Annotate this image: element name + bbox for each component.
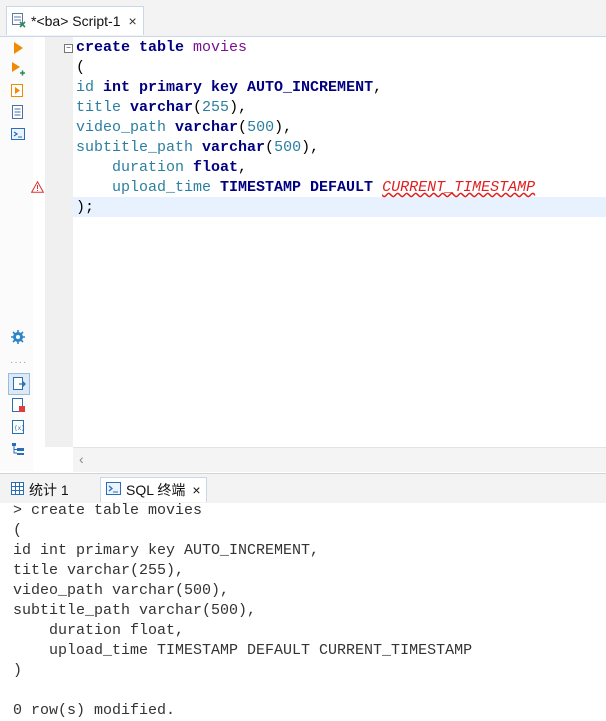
code-token: varchar (175, 119, 239, 136)
console-line: 0 row(s) modified. (13, 702, 176, 719)
code-token: ), (229, 99, 248, 116)
outline-icon[interactable] (10, 441, 26, 457)
grid-icon (11, 482, 24, 498)
code-token: id (76, 79, 104, 96)
code-token: 500 (274, 139, 302, 156)
console-line: subtitle_path varchar(500), (13, 602, 257, 619)
console-line: upload_time TIMESTAMP DEFAULT CURRENT_TI… (13, 642, 473, 659)
code-token: movies (193, 39, 248, 56)
console-line: title varchar(255), (13, 562, 185, 579)
execute-script-icon[interactable] (10, 61, 26, 77)
code-line[interactable]: id int primary key AUTO_INCREMENT, (76, 78, 382, 98)
explain-plan-icon[interactable] (10, 104, 26, 120)
console-line: id int primary key AUTO_INCREMENT, (13, 542, 320, 559)
code-line[interactable]: ); (76, 198, 94, 218)
settings-icon[interactable] (10, 329, 26, 345)
code-token: create table (76, 39, 194, 56)
scroll-left-icon[interactable]: ‹ (79, 451, 84, 467)
console-line: > create table movies (13, 502, 203, 519)
code-token: CURRENT_TIMESTAMP (382, 179, 536, 196)
sql-editor[interactable]: create table movies(id int primary key A… (73, 37, 606, 447)
terminal-icon (106, 482, 121, 498)
variables-icon[interactable]: {x} (10, 419, 26, 435)
code-token: video_path (76, 119, 176, 136)
code-line[interactable]: duration float, (76, 158, 247, 178)
export-icon[interactable] (8, 373, 30, 395)
code-token: , (238, 159, 248, 176)
code-token: varchar (202, 139, 266, 156)
code-line[interactable]: create table movies (76, 38, 247, 58)
code-token: TIMESTAMP DEFAULT (220, 179, 383, 196)
code-line[interactable]: upload_time TIMESTAMP DEFAULT CURRENT_TI… (76, 178, 535, 198)
execute-statement-icon[interactable] (10, 40, 26, 56)
code-token: ( (193, 99, 203, 116)
code-token: ); (76, 199, 95, 216)
annotation-gutter (33, 37, 45, 471)
close-tab-icon[interactable]: × (192, 482, 200, 498)
code-token: , (373, 79, 383, 96)
code-token: upload_time (76, 179, 221, 196)
tab-script-1[interactable]: *<ba> Script-1 × (6, 6, 144, 35)
close-tab-icon[interactable]: × (129, 13, 137, 29)
code-token: ( (238, 119, 248, 136)
code-token: varchar (130, 99, 194, 116)
code-token: AUTO_INCREMENT (247, 79, 374, 96)
code-line[interactable]: subtitle_path varchar(500), (76, 138, 319, 158)
line-number-gutter (45, 37, 73, 447)
fold-collapse-icon[interactable]: − (64, 44, 73, 53)
code-line[interactable]: video_path varchar(500), (76, 118, 292, 138)
code-line[interactable]: title varchar(255), (76, 98, 247, 118)
current-line-highlight (73, 197, 606, 217)
console-line: ( (13, 522, 23, 539)
code-token: 255 (202, 99, 230, 116)
console-line: ) (13, 662, 23, 679)
code-token: ), (274, 119, 293, 136)
code-token: title (76, 99, 131, 116)
code-token: float (193, 159, 239, 176)
horizontal-scrollbar[interactable]: ‹ (73, 447, 606, 472)
code-token: duration (76, 159, 194, 176)
svg-text:{x}: {x} (14, 425, 25, 432)
code-token: ), (301, 139, 320, 156)
editor-side-toolbar: ···· {x} (0, 37, 34, 471)
new-script-icon[interactable] (10, 397, 26, 413)
console-line: video_path varchar(500), (13, 582, 230, 599)
tab-statistics[interactable]: 统计 1 (6, 478, 74, 502)
tab-label: *<ba> Script-1 (31, 13, 121, 29)
code-token: ( (76, 59, 86, 76)
sql-terminal-icon[interactable] (10, 126, 26, 142)
sql-terminal-output[interactable]: > create table movies ( id int primary key… (0, 502, 606, 721)
code-line[interactable]: ( (76, 58, 85, 78)
editor-tab-bar: *<ba> Script-1 × (0, 0, 606, 37)
tab-sql-terminal[interactable]: SQL 终端 × (100, 477, 207, 502)
toolbar-separator: ···· (10, 357, 28, 368)
execute-new-tab-icon[interactable] (10, 82, 26, 98)
code-token: subtitle_path (76, 139, 203, 156)
code-token: ( (265, 139, 275, 156)
tab-sql-terminal-label: SQL 终端 (126, 482, 186, 498)
console-line: duration float, (13, 622, 185, 639)
tab-statistics-label: 统计 1 (29, 482, 69, 498)
code-token: int primary key (103, 79, 248, 96)
results-panel-tabs: 统计 1 SQL 终端 × (0, 473, 606, 504)
sql-editor-icon (11, 12, 27, 31)
code-token: 500 (247, 119, 275, 136)
warning-icon[interactable] (30, 180, 45, 196)
